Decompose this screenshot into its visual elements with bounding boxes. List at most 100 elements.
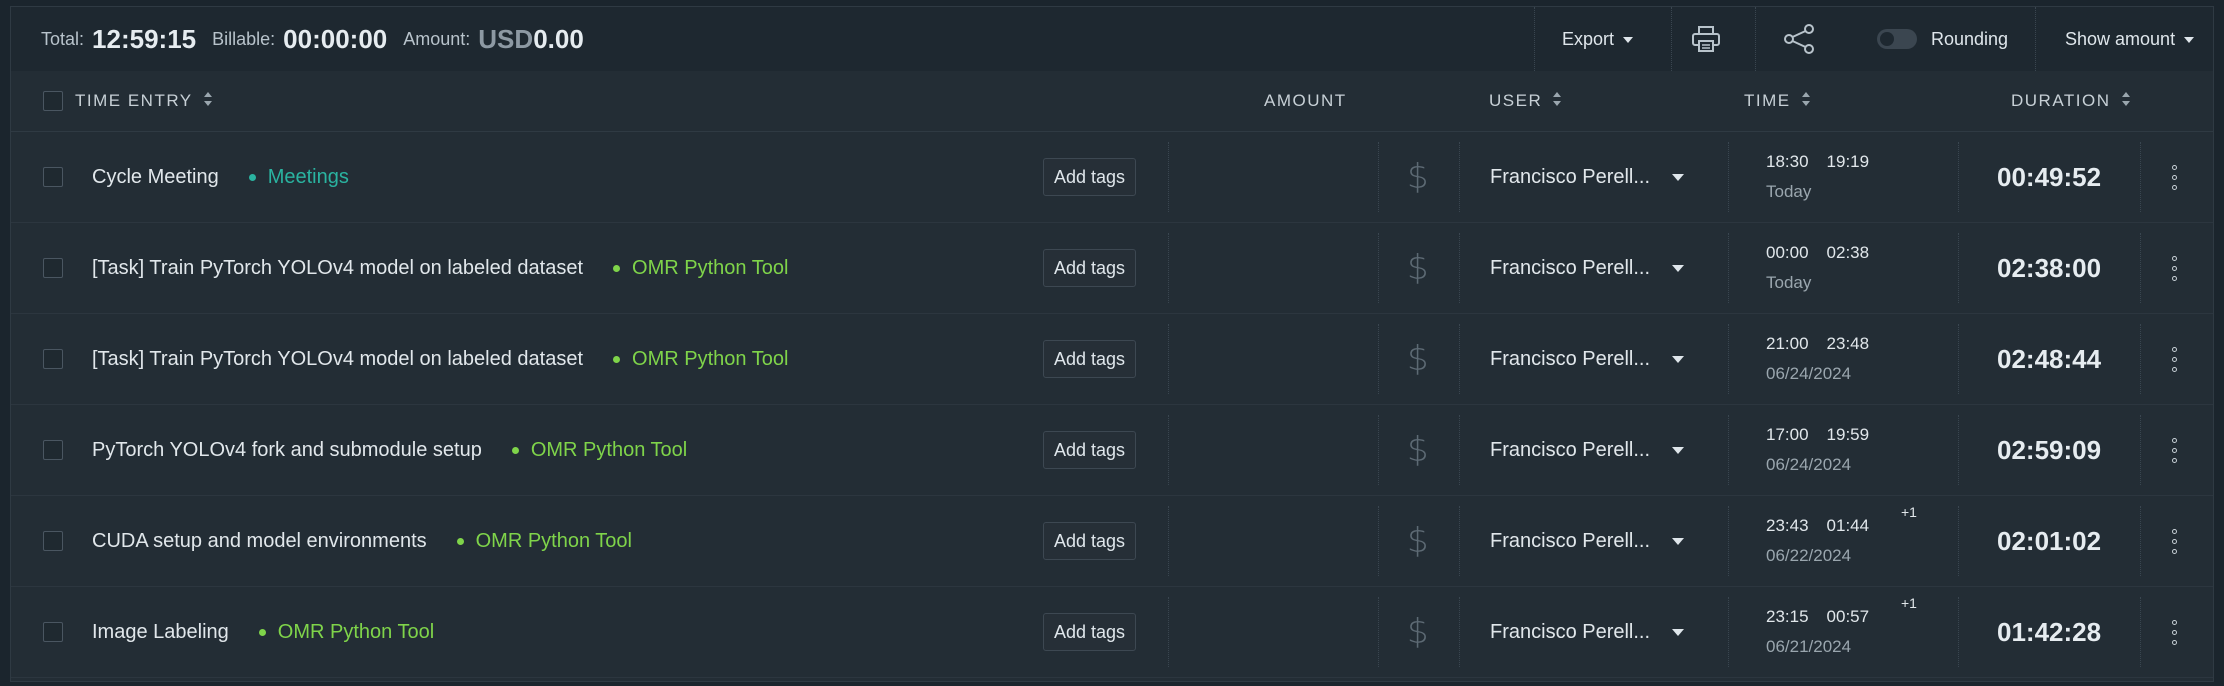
column-time[interactable]: TIME xyxy=(1744,71,1811,131)
time-interval: 23:43 01:44 +1 xyxy=(1766,504,1917,536)
time-range[interactable]: 23:15 00:57 +1 06/21/2024 xyxy=(1766,587,1917,677)
entry-description[interactable]: Image Labeling xyxy=(92,621,229,644)
show-amount-dropdown[interactable]: Show amount xyxy=(2065,7,2195,71)
billable-toggle[interactable]: $ xyxy=(1407,314,1429,404)
entry-description[interactable]: [Task] Train PyTorch YOLOv4 model on lab… xyxy=(92,348,583,371)
cell-divider xyxy=(1378,324,1379,394)
add-tags-cell: Add tags xyxy=(1043,132,1137,222)
add-tags-button[interactable]: Add tags xyxy=(1043,613,1137,651)
billable-toggle[interactable]: $ xyxy=(1407,405,1429,495)
billable-toggle[interactable]: $ xyxy=(1407,223,1429,313)
time-interval: 18:30 19:19 xyxy=(1766,152,1869,172)
time-range[interactable]: 21:00 23:48 06/24/2024 xyxy=(1766,314,1869,404)
duration-cell[interactable]: 02:59:09 xyxy=(1997,405,2101,495)
select-all-checkbox[interactable] xyxy=(43,71,63,131)
row-checkbox[interactable] xyxy=(43,587,63,677)
duration-cell[interactable]: 01:42:28 xyxy=(1997,587,2101,677)
entry-cell[interactable]: Image Labeling OMR Python Tool xyxy=(92,587,434,677)
export-button[interactable]: Export xyxy=(1562,7,1634,71)
table-row[interactable]: CUDA setup and model environments OMR Py… xyxy=(11,496,2213,587)
billable-toggle[interactable]: $ xyxy=(1407,132,1429,222)
project-name[interactable]: Meetings xyxy=(268,166,349,189)
project-name[interactable]: OMR Python Tool xyxy=(632,257,788,280)
more-options-button[interactable] xyxy=(2172,314,2177,404)
entry-description[interactable]: [Task] Train PyTorch YOLOv4 model on lab… xyxy=(92,257,583,280)
more-options-button[interactable] xyxy=(2172,223,2177,313)
user-select[interactable]: Francisco Perell... xyxy=(1490,587,1685,677)
add-tags-button[interactable]: Add tags xyxy=(1043,431,1137,469)
add-tags-button[interactable]: Add tags xyxy=(1043,249,1137,287)
duration-cell[interactable]: 00:49:52 xyxy=(1997,132,2101,222)
table-row[interactable]: PyTorch YOLOv4 fork and submodule setup … xyxy=(11,405,2213,496)
table-row[interactable]: [Task] Train PyTorch YOLOv4 model on lab… xyxy=(11,223,2213,314)
column-duration[interactable]: DURATION xyxy=(2011,71,2131,131)
entry-cell[interactable]: Cycle Meeting Meetings xyxy=(92,132,349,222)
entry-description[interactable]: PyTorch YOLOv4 fork and submodule setup xyxy=(92,439,482,462)
column-time-entry[interactable]: TIME ENTRY xyxy=(75,71,213,131)
entry-description[interactable]: Cycle Meeting xyxy=(92,166,219,189)
show-amount-label: Show amount xyxy=(2065,28,2176,49)
row-checkbox[interactable] xyxy=(43,405,63,495)
time-range[interactable]: 00:00 02:38 Today xyxy=(1766,223,1869,313)
time-range[interactable]: 17:00 19:59 06/24/2024 xyxy=(1766,405,1869,495)
entry-description[interactable]: CUDA setup and model environments xyxy=(92,530,427,553)
cell-divider xyxy=(1459,142,1460,212)
row-checkbox[interactable] xyxy=(43,132,63,222)
duration-cell[interactable]: 02:48:44 xyxy=(1997,314,2101,404)
user-select[interactable]: Francisco Perell... xyxy=(1490,223,1685,313)
start-time: 23:43 xyxy=(1766,516,1809,535)
rounding-toggle[interactable]: Rounding xyxy=(1877,7,2008,71)
cell-divider xyxy=(2140,324,2141,394)
more-options-button[interactable] xyxy=(2172,587,2177,677)
entry-cell[interactable]: [Task] Train PyTorch YOLOv4 model on lab… xyxy=(92,223,788,313)
row-checkbox[interactable] xyxy=(43,314,63,404)
entry-cell[interactable]: PyTorch YOLOv4 fork and submodule setup … xyxy=(92,405,687,495)
project-name[interactable]: OMR Python Tool xyxy=(531,439,687,462)
total-value: 12:59:15 xyxy=(92,23,197,54)
add-tags-button[interactable]: Add tags xyxy=(1043,340,1137,378)
chevron-down-icon xyxy=(1672,264,1685,272)
cell-divider xyxy=(1459,233,1460,303)
billable-toggle[interactable]: $ xyxy=(1407,587,1429,677)
project-name[interactable]: OMR Python Tool xyxy=(476,530,632,553)
duration-cell[interactable]: 02:38:00 xyxy=(1997,223,2101,313)
table-row[interactable]: [Task] Train PyTorch YOLOv4 model on lab… xyxy=(11,314,2213,405)
toggle-switch[interactable] xyxy=(1877,29,1917,49)
share-button[interactable] xyxy=(1783,7,1815,71)
column-label: DURATION xyxy=(2011,91,2111,110)
user-select[interactable]: Francisco Perell... xyxy=(1490,314,1685,404)
project-name[interactable]: OMR Python Tool xyxy=(278,621,434,644)
billable-toggle[interactable]: $ xyxy=(1407,496,1429,586)
time-range[interactable]: 18:30 19:19 Today xyxy=(1766,132,1869,222)
row-checkbox[interactable] xyxy=(43,223,63,313)
user-name: Francisco Perell... xyxy=(1490,256,1651,279)
table-row[interactable]: Cycle Meeting Meetings Add tags $ Franci… xyxy=(11,132,2213,223)
more-options-button[interactable] xyxy=(2172,496,2177,586)
cell-divider xyxy=(1958,324,1959,394)
column-user[interactable]: USER xyxy=(1489,71,1562,131)
entry-duration: 02:38:00 xyxy=(1997,252,2102,283)
cell-divider xyxy=(1168,506,1169,576)
duration-cell[interactable]: 02:01:02 xyxy=(1997,496,2101,586)
print-button[interactable] xyxy=(1691,7,1721,71)
project-name[interactable]: OMR Python Tool xyxy=(632,348,788,371)
end-time: 19:19 xyxy=(1826,152,1870,171)
entry-date: 06/22/2024 xyxy=(1766,546,1852,565)
add-tags-button[interactable]: Add tags xyxy=(1043,522,1137,560)
entry-cell[interactable]: [Task] Train PyTorch YOLOv4 model on lab… xyxy=(92,314,788,404)
amount-value: 0.00 xyxy=(533,23,584,54)
kebab-icon xyxy=(2172,255,2177,281)
entry-cell[interactable]: CUDA setup and model environments OMR Py… xyxy=(92,496,632,586)
more-options-button[interactable] xyxy=(2172,132,2177,222)
cell-divider xyxy=(1378,233,1379,303)
table-header: TIME ENTRY AMOUNT USER TIME DURATION xyxy=(11,71,2213,132)
user-select[interactable]: Francisco Perell... xyxy=(1490,496,1685,586)
project-color-dot xyxy=(248,173,256,181)
more-options-button[interactable] xyxy=(2172,405,2177,495)
row-checkbox[interactable] xyxy=(43,496,63,586)
time-range[interactable]: 23:43 01:44 +1 06/22/2024 xyxy=(1766,496,1917,586)
user-select[interactable]: Francisco Perell... xyxy=(1490,405,1685,495)
table-row[interactable]: Image Labeling OMR Python Tool Add tags … xyxy=(11,587,2213,678)
user-select[interactable]: Francisco Perell... xyxy=(1490,132,1685,222)
add-tags-button[interactable]: Add tags xyxy=(1043,158,1137,196)
